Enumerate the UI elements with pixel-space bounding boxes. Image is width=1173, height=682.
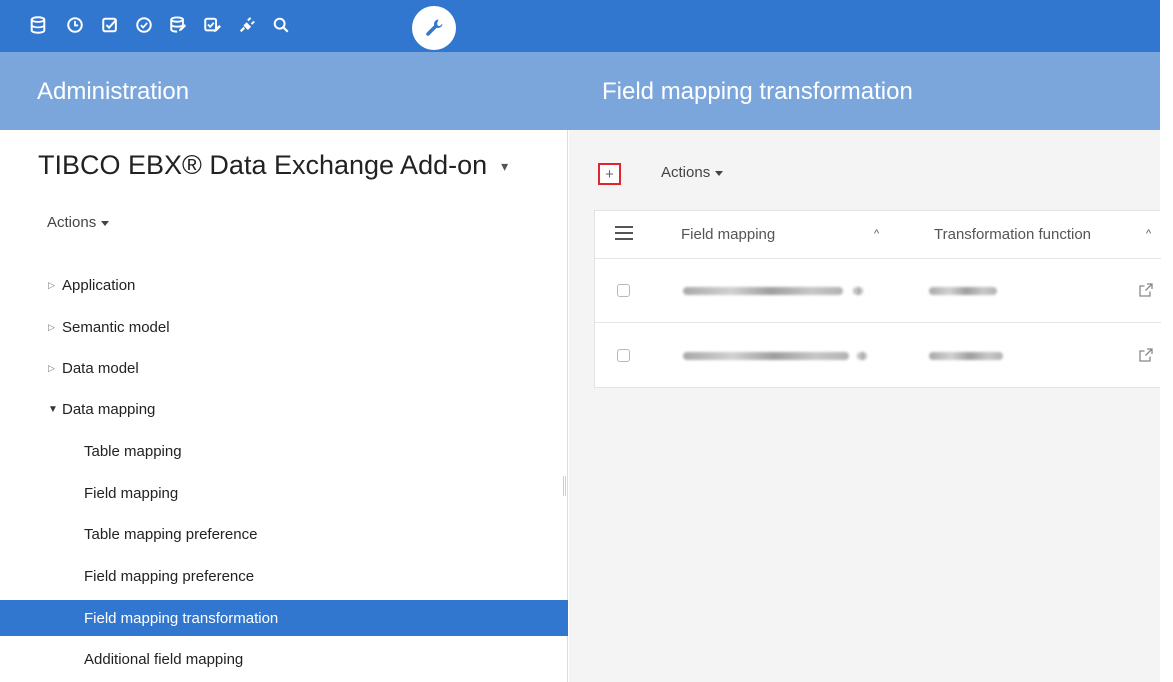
tree-item-label: Field mapping — [84, 484, 179, 502]
tree-item-label: Additional field mapping — [84, 650, 244, 668]
header-bar: Administration Field mapping transformat… — [0, 52, 1160, 130]
plus-icon: + — [605, 165, 614, 183]
tree-item-label: Field mapping transformation — [84, 609, 279, 627]
transformation-function-cell — [929, 352, 1003, 360]
records-table: Field mapping ^ Transformation function … — [594, 210, 1161, 388]
open-link-icon[interactable] — [1138, 282, 1154, 298]
caret-down-icon — [715, 170, 724, 176]
expand-icon[interactable]: ▷ — [48, 322, 62, 333]
panel-resize-handle[interactable] — [563, 476, 566, 496]
top-toolbar — [0, 0, 1160, 52]
row-checkbox[interactable] — [617, 284, 630, 297]
clock-icon[interactable] — [60, 10, 90, 40]
row-checkbox[interactable] — [617, 349, 630, 362]
tree-item-field-mapping-transformation[interactable]: Field mapping transformation — [0, 600, 568, 636]
hamburger-menu-icon[interactable] — [615, 226, 633, 240]
tree-item-label: Field mapping preference — [84, 567, 255, 585]
add-record-button[interactable]: + — [598, 163, 621, 185]
redacted-mark — [853, 287, 863, 295]
plug-icon[interactable] — [232, 10, 262, 40]
tree-item-label: Data mapping — [62, 400, 156, 418]
checkbox-edit-icon[interactable] — [197, 10, 227, 40]
database-edit-icon[interactable] — [163, 10, 193, 40]
table-header: Field mapping ^ Transformation function … — [595, 211, 1161, 259]
admin-title: Administration — [37, 78, 190, 105]
tree-item-label: Data model — [62, 359, 139, 377]
sidebar-actions-menu[interactable]: Actions — [47, 214, 110, 231]
dataset-selector[interactable]: TIBCO EBX® Data Exchange Add-on ▾ — [38, 150, 508, 181]
sort-icon[interactable]: ^ — [1146, 228, 1151, 240]
field-mapping-cell — [683, 352, 849, 360]
expand-icon[interactable]: ▷ — [48, 363, 62, 374]
tree-item-label: Table mapping preference — [84, 525, 258, 543]
chevron-down-icon[interactable]: ▾ — [501, 158, 508, 175]
wrench-icon[interactable] — [412, 6, 456, 50]
tree-item-label: Semantic model — [62, 318, 170, 336]
dataset-title: TIBCO EBX® Data Exchange Add-on — [38, 150, 488, 180]
tree-item-field-mapping[interactable]: Field mapping — [0, 475, 568, 511]
collapse-icon[interactable]: ▼ — [48, 404, 62, 415]
transformation-function-cell — [929, 287, 997, 295]
tree-item-table-mapping-preference[interactable]: Table mapping preference — [0, 516, 568, 552]
content-panel: + Actions Field mapping ^ Transformation… — [569, 130, 1161, 682]
page-title: Field mapping transformation — [602, 78, 913, 105]
tree-item-label: Application — [62, 276, 136, 294]
table-actions-menu[interactable]: Actions — [661, 164, 724, 181]
tree-item-label: Table mapping — [84, 442, 182, 460]
sidebar-actions-label: Actions — [47, 214, 97, 231]
navigation-panel: TIBCO EBX® Data Exchange Add-on ▾ Actions… — [0, 130, 568, 682]
tree-item-data-mapping[interactable]: ▼ Data mapping — [0, 391, 568, 427]
sort-icon[interactable]: ^ — [874, 228, 879, 240]
expand-icon[interactable]: ▷ — [48, 280, 62, 291]
tree-item-table-mapping[interactable]: Table mapping — [0, 433, 568, 469]
field-mapping-cell — [683, 287, 843, 295]
tree-item-field-mapping-preference[interactable]: Field mapping preference — [0, 558, 568, 594]
database-icon[interactable] — [23, 10, 53, 40]
check-circle-icon[interactable] — [129, 10, 159, 40]
tree-item-additional-field-mapping[interactable]: Additional field mapping — [0, 641, 568, 677]
tree-item-semantic-model[interactable]: ▷ Semantic model — [0, 309, 568, 345]
checkbox-icon[interactable] — [95, 10, 125, 40]
open-link-icon[interactable] — [1138, 347, 1154, 363]
table-row[interactable] — [595, 324, 1161, 388]
tree-item-data-model[interactable]: ▷ Data model — [0, 350, 568, 386]
column-header-transformation-function[interactable]: Transformation function — [934, 226, 1091, 243]
table-row[interactable] — [595, 259, 1161, 323]
table-actions-label: Actions — [661, 164, 711, 181]
tree-item-application[interactable]: ▷ Application — [0, 267, 568, 303]
caret-down-icon — [101, 220, 110, 226]
column-header-field-mapping[interactable]: Field mapping — [681, 226, 775, 243]
search-icon[interactable] — [266, 10, 296, 40]
redacted-mark — [857, 352, 867, 360]
